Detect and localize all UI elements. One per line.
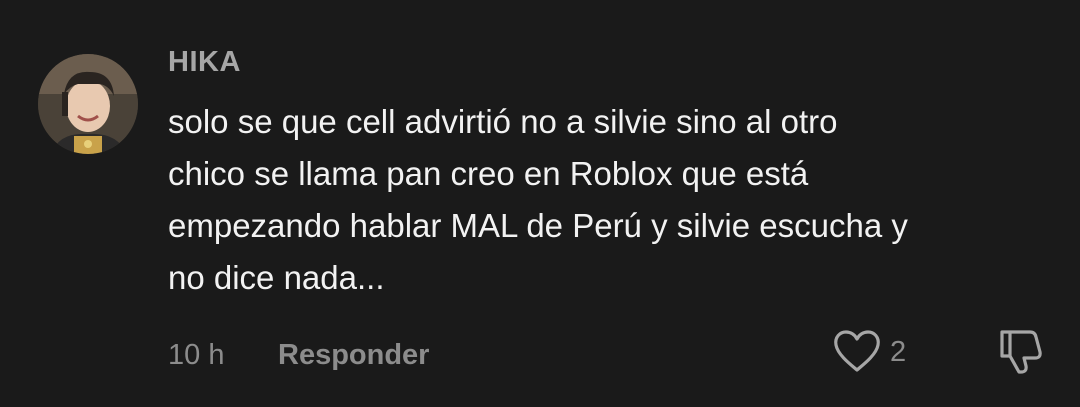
comment-text-line: chico se llama pan creo en Roblox que es… [168,155,809,192]
comment-text-line: solo se que cell advirtió no a silvie si… [168,103,838,140]
comment-text-line: no dice nada... [168,259,385,296]
like-button[interactable] [832,328,882,374]
dislike-button[interactable] [994,326,1044,374]
thumbs-down-icon [1000,330,1042,374]
comment-text-line: empezando hablar MAL de Perú y silvie es… [168,207,908,244]
avatar-image [38,54,138,154]
comment-item: HIKA solo se que cell advirtió no a silv… [0,0,1080,407]
avatar[interactable] [38,54,138,154]
username[interactable]: HIKA [168,46,241,79]
like-count: 2 [890,336,907,368]
comment-text: solo se que cell advirtió no a silvie si… [168,96,1048,304]
comment-timestamp: 10 h [168,339,225,371]
reply-button[interactable]: Responder [278,339,429,372]
heart-icon [834,330,880,372]
